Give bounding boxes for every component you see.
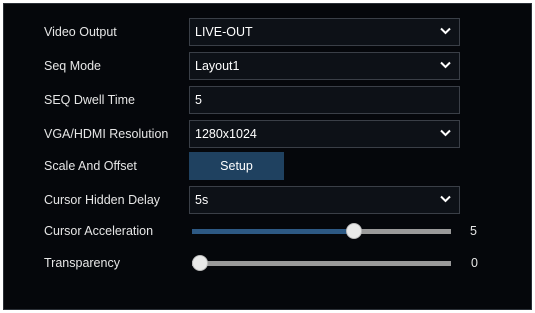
seq-mode-select[interactable]: Layout1: [189, 52, 460, 80]
slider-fill: [192, 229, 354, 234]
cursor-hidden-delay-select[interactable]: 5s: [189, 186, 460, 214]
transparency-slider[interactable]: [192, 255, 451, 271]
chevron-down-icon: [440, 61, 451, 69]
setup-button[interactable]: Setup: [189, 152, 284, 180]
seq-dwell-time-input[interactable]: 5: [189, 86, 460, 114]
chevron-down-icon: [440, 129, 451, 137]
seq-dwell-time-value: 5: [195, 93, 202, 107]
cursor-hidden-delay-value: 5s: [195, 193, 209, 207]
seq-mode-value: Layout1: [195, 59, 240, 73]
video-output-row: Video Output LIVE-OUT: [4, 18, 531, 46]
display-settings-panel: Video Output LIVE-OUT Seq Mode Layout1 S…: [3, 3, 532, 310]
seq-dwell-time-label: SEQ Dwell Time: [44, 93, 135, 107]
transparency-row: Transparency 0: [4, 249, 531, 277]
resolution-row: VGA/HDMI Resolution 1280x1024: [4, 120, 531, 148]
cursor-acceleration-row: Cursor Acceleration 5: [4, 217, 531, 245]
chevron-down-icon: [440, 195, 451, 203]
cursor-acceleration-value: 5: [470, 224, 477, 238]
video-output-label: Video Output: [44, 25, 117, 39]
seq-mode-row: Seq Mode Layout1: [4, 52, 531, 80]
scale-offset-label: Scale And Offset: [44, 159, 137, 173]
chevron-down-icon: [440, 27, 451, 35]
transparency-value: 0: [471, 256, 478, 270]
cursor-acceleration-label: Cursor Acceleration: [44, 224, 154, 238]
cursor-acceleration-slider[interactable]: [192, 223, 451, 239]
scale-offset-row: Scale And Offset Setup: [4, 152, 531, 180]
video-output-value: LIVE-OUT: [195, 25, 253, 39]
transparency-label: Transparency: [44, 256, 120, 270]
video-output-select[interactable]: LIVE-OUT: [189, 18, 460, 46]
resolution-value: 1280x1024: [195, 127, 257, 141]
seq-dwell-time-row: SEQ Dwell Time 5: [4, 86, 531, 114]
cursor-hidden-delay-label: Cursor Hidden Delay: [44, 193, 161, 207]
slider-thumb[interactable]: [192, 255, 208, 271]
seq-mode-label: Seq Mode: [44, 59, 101, 73]
resolution-select[interactable]: 1280x1024: [189, 120, 460, 148]
cursor-hidden-delay-row: Cursor Hidden Delay 5s: [4, 186, 531, 214]
slider-thumb[interactable]: [345, 223, 362, 239]
resolution-label: VGA/HDMI Resolution: [44, 127, 169, 141]
